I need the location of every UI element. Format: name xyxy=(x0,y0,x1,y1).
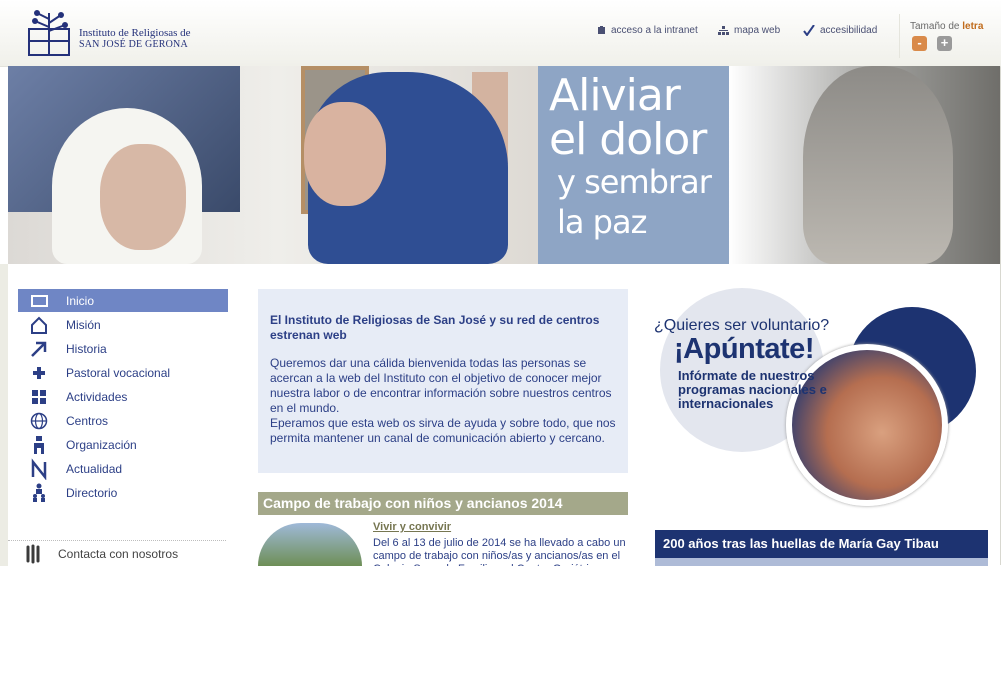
sitemap-icon xyxy=(718,26,729,35)
logo-line2: SAN JOSÉ DE GERONA xyxy=(79,39,188,50)
sidebar-divider xyxy=(8,540,226,541)
plus-icon xyxy=(18,361,66,384)
sidebar-item-label: Actividades xyxy=(66,389,128,404)
checkmark-icon xyxy=(803,25,815,36)
accessibility-link-label: accesibilidad xyxy=(820,25,878,36)
banner-line1: Aliviar xyxy=(549,70,681,121)
sidebar-item-pastoral[interactable]: Pastoral vocacional xyxy=(18,361,228,384)
intranet-link-label: acceso a la intranet xyxy=(611,25,698,36)
sidebar-item-label: Actualidad xyxy=(66,461,123,476)
sidebar-item-label: Pastoral vocacional xyxy=(66,365,171,380)
sidebar-item-actualidad[interactable]: Actualidad xyxy=(18,457,228,481)
welcome-paragraph-2: Eperamos que esta web os sirva de ayuda … xyxy=(270,416,616,445)
volunteer-text: Infórmate de nuestros programas nacional… xyxy=(678,368,827,411)
font-size-label-bold: letra xyxy=(962,21,984,32)
sidebar-item-label: Centros xyxy=(66,413,109,428)
volunteer-cta: ¡Apúntate! xyxy=(674,333,814,365)
sidebar-item-label: Inicio xyxy=(66,293,95,308)
welcome-body: Queremos dar una cálida bienvenida todas… xyxy=(270,356,622,446)
left-border xyxy=(0,264,8,566)
banner-line3: y sembrar xyxy=(557,163,712,201)
banner-portrait-face xyxy=(803,66,953,264)
anos-section-header: 200 años tras las huellas de María Gay T… xyxy=(655,530,988,558)
contact-label: Contacta con nosotros xyxy=(58,547,179,561)
sidebar-item-actividades[interactable]: Actividades xyxy=(18,385,228,408)
sitemap-link[interactable]: mapa web xyxy=(718,25,780,36)
campo-title[interactable]: Campo de trabajo con niños y ancianos 20… xyxy=(263,495,563,511)
sitemap-link-label: mapa web xyxy=(734,25,781,36)
banner-line4: la paz xyxy=(557,203,647,241)
contact-link[interactable]: Contacta con nosotros xyxy=(24,543,178,565)
font-size-label-text: Tamaño de xyxy=(910,21,960,32)
intranet-icon xyxy=(598,26,605,34)
sidebar-item-centros[interactable]: Centros xyxy=(18,409,228,432)
house-icon xyxy=(18,313,66,336)
intranet-link[interactable]: acceso a la intranet xyxy=(597,25,698,36)
banner-line2: el dolor xyxy=(549,114,707,165)
news-title-link[interactable]: Vivir y convivir xyxy=(373,521,451,533)
sidebar-item-mision[interactable]: Misión xyxy=(18,313,228,336)
news-excerpt: Del 6 al 13 de julio de 2014 se ha lleva… xyxy=(373,537,626,566)
anos-strip xyxy=(655,558,988,566)
logo-text[interactable]: Instituto de Religiosas de SAN JOSÉ DE G… xyxy=(79,27,191,51)
banner-slogan: Aliviar el dolor y sembrar la paz xyxy=(549,70,712,242)
sidebar-item-historia[interactable]: Historia xyxy=(18,337,228,360)
volunteer-promo[interactable]: ¿Quieres ser voluntario? ¡Apúntate! Infó… xyxy=(654,288,978,506)
banner-nun-face xyxy=(100,144,186,250)
banner-nun-blue-face xyxy=(304,102,386,206)
campo-section-header: Campo de trabajo con niños y ancianos 20… xyxy=(258,492,628,515)
n-letter-icon xyxy=(18,457,66,481)
sidebar-item-directorio[interactable]: Directorio xyxy=(18,481,228,504)
sidebar-item-label: Directorio xyxy=(66,485,118,500)
welcome-paragraph-1: Queremos dar una cálida bienvenida todas… xyxy=(270,356,612,415)
sidebar-item-label: Historia xyxy=(66,341,107,356)
arrow-up-right-icon xyxy=(18,337,66,360)
sidebar-item-label: Misión xyxy=(66,317,101,332)
institute-logo-icon[interactable] xyxy=(27,9,71,57)
globe-icon xyxy=(18,409,66,432)
accessibility-link[interactable]: accesibilidad xyxy=(803,25,877,36)
building-icon xyxy=(18,433,66,456)
anos-title[interactable]: 200 años tras las huellas de María Gay T… xyxy=(663,536,939,551)
home-screen-icon xyxy=(18,289,66,312)
grid-icon xyxy=(18,385,66,408)
site-header: Instituto de Religiosas de SAN JOSÉ DE G… xyxy=(0,0,1001,67)
increase-font-button[interactable]: + xyxy=(937,36,952,51)
welcome-title[interactable]: El Instituto de Religiosas de San José y… xyxy=(270,313,610,343)
font-size-label: Tamaño de letra xyxy=(910,21,983,32)
logo-line1: Instituto de Religiosas de xyxy=(79,27,191,39)
people-icon xyxy=(18,481,66,504)
sidebar-item-organizacion[interactable]: Organización xyxy=(18,433,228,456)
pens-icon xyxy=(26,544,40,564)
font-size-control: Tamaño de letra - + xyxy=(899,14,1001,58)
decrease-font-button[interactable]: - xyxy=(912,36,927,51)
sidebar-item-inicio[interactable]: Inicio xyxy=(18,289,228,312)
page-viewport: Instituto de Religiosas de SAN JOSÉ DE G… xyxy=(0,0,1001,566)
sidebar-item-label: Organización xyxy=(66,437,137,452)
welcome-box: El Instituto de Religiosas de San José y… xyxy=(258,289,628,473)
